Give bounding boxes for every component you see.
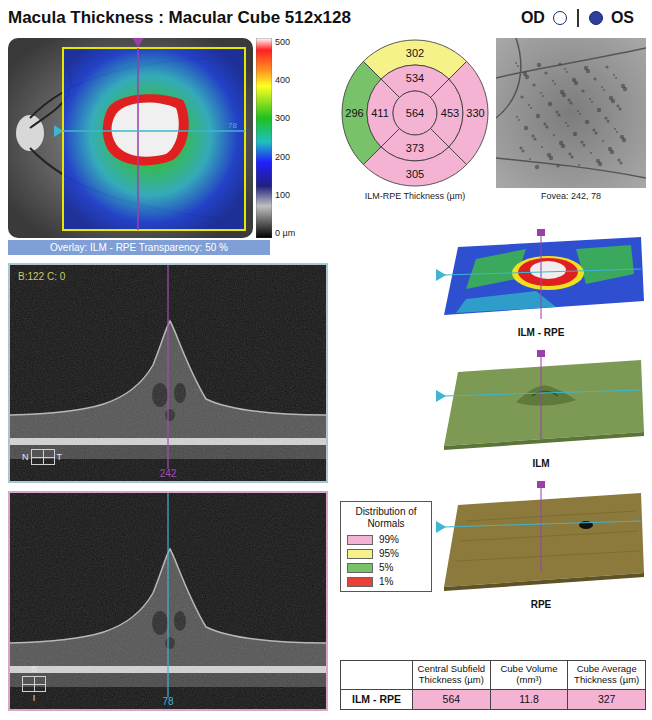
fundus-image bbox=[496, 38, 646, 188]
grid-sector: 305 bbox=[363, 147, 466, 186]
fundus-panel: Fovea: 242, 78 bbox=[496, 38, 646, 203]
svg-text:305: 305 bbox=[406, 168, 424, 180]
etdrs-panel: 302 534 296 411 564 453 330 373 305 ILM-RPE Thick… bbox=[340, 38, 490, 203]
eye-radio[interactable] bbox=[553, 11, 567, 25]
surface-view[interactable]: ILM bbox=[436, 350, 646, 471]
svg-text:296: 296 bbox=[345, 107, 363, 119]
table-header: Central Subfield Thickness (µm) bbox=[413, 661, 491, 690]
oct-scan-image bbox=[10, 493, 326, 709]
grid-sector: 330 bbox=[449, 61, 488, 164]
surface-label: RPE bbox=[531, 599, 552, 612]
table-cell: 11.8 bbox=[491, 690, 569, 710]
svg-text:411: 411 bbox=[371, 107, 389, 119]
surface-label: ILM bbox=[532, 458, 549, 471]
legend-swatch bbox=[347, 535, 373, 545]
overlay-label[interactable]: Overlay: ILM - RPE Transparency: 50 % bbox=[8, 240, 270, 255]
legend-title: Distribution of Normals bbox=[347, 506, 425, 529]
table-row-label: ILM - RPE bbox=[341, 690, 413, 710]
color-scale bbox=[256, 38, 272, 238]
eye-option[interactable]: OS bbox=[577, 9, 644, 27]
scale-tick: 100 bbox=[275, 191, 295, 200]
oct-b-scan[interactable]: SI 78 bbox=[8, 491, 328, 711]
table-header: Cube Average Thickness (µm) bbox=[568, 661, 646, 690]
svg-text:534: 534 bbox=[406, 72, 424, 84]
orientation-icon: SI bbox=[22, 665, 46, 703]
scale-tick: 300 bbox=[275, 114, 295, 123]
scale-tick: 0 µm bbox=[275, 229, 295, 238]
oct-report: Macula Thickness : Macular Cube 512x128 O… bbox=[0, 0, 652, 720]
ilm-surface-icon bbox=[436, 350, 646, 455]
eye-label: OS bbox=[611, 9, 634, 27]
legend-swatch bbox=[347, 577, 373, 587]
report-header: Macula Thickness : Macular Cube 512x128 O… bbox=[8, 4, 644, 32]
svg-text:453: 453 bbox=[441, 107, 459, 119]
eye-selector: OD OS bbox=[511, 9, 644, 27]
eye-radio[interactable] bbox=[589, 11, 603, 25]
thickness-scale: 500 400 300 200 100 0 µm bbox=[256, 38, 295, 238]
legend-item: 99% bbox=[347, 534, 425, 545]
svg-text:78: 78 bbox=[228, 121, 237, 130]
etdrs-caption: ILM-RPE Thickness (µm) bbox=[365, 191, 466, 203]
thickness-map-panel: 78 500 400 300 200 100 0 µm Overlay: ILM - RPE … bbox=[8, 38, 330, 255]
etdrs-grid: 302 534 296 411 564 453 330 373 305 bbox=[340, 38, 490, 188]
legend-item: 95% bbox=[347, 548, 425, 559]
thickness-surface-icon bbox=[436, 229, 646, 324]
table-cell: 564 bbox=[413, 690, 491, 710]
scan-info: B:122 C: 0 bbox=[18, 271, 65, 282]
eye-option[interactable]: OD bbox=[511, 9, 577, 27]
svg-text:564: 564 bbox=[406, 107, 424, 119]
legend-item: 1% bbox=[347, 576, 425, 587]
report-title: Macula Thickness : Macular Cube 512x128 bbox=[8, 8, 351, 28]
table-header: Cube Volume (mm³) bbox=[491, 661, 569, 690]
legend-swatch bbox=[347, 563, 373, 573]
svg-text:373: 373 bbox=[406, 142, 424, 154]
surface-label: ILM - RPE bbox=[518, 327, 565, 340]
rpe-surface-icon bbox=[436, 481, 646, 596]
scale-tick: 500 bbox=[275, 38, 295, 47]
table-cell: 327 bbox=[568, 690, 646, 710]
svg-text:330: 330 bbox=[466, 107, 484, 119]
oct-b-scan[interactable]: B:122 C: 0 NT 242 bbox=[8, 263, 328, 483]
scan-position: 78 bbox=[162, 696, 173, 707]
legend-item: 5% bbox=[347, 562, 425, 573]
surface-view[interactable]: ILM - RPE bbox=[436, 229, 646, 340]
normals-legend: Distribution of Normals 99% 95% 5% 1% bbox=[340, 501, 432, 592]
eye-label: OD bbox=[521, 9, 545, 27]
fovea-caption: Fovea: 242, 78 bbox=[541, 191, 601, 203]
orientation-icon: NT bbox=[22, 449, 62, 465]
svg-text:302: 302 bbox=[406, 47, 424, 59]
summary-table: Central Subfield Thickness (µm)Cube Volu… bbox=[340, 660, 646, 710]
scale-tick: 200 bbox=[275, 153, 295, 162]
scale-tick: 400 bbox=[275, 76, 295, 85]
legend-swatch bbox=[347, 549, 373, 559]
surface-view[interactable]: RPE bbox=[436, 481, 646, 612]
thickness-map[interactable]: 78 bbox=[8, 38, 253, 238]
table-corner bbox=[341, 661, 413, 690]
scan-position: 242 bbox=[160, 468, 177, 479]
oct-scan-image bbox=[10, 265, 326, 481]
